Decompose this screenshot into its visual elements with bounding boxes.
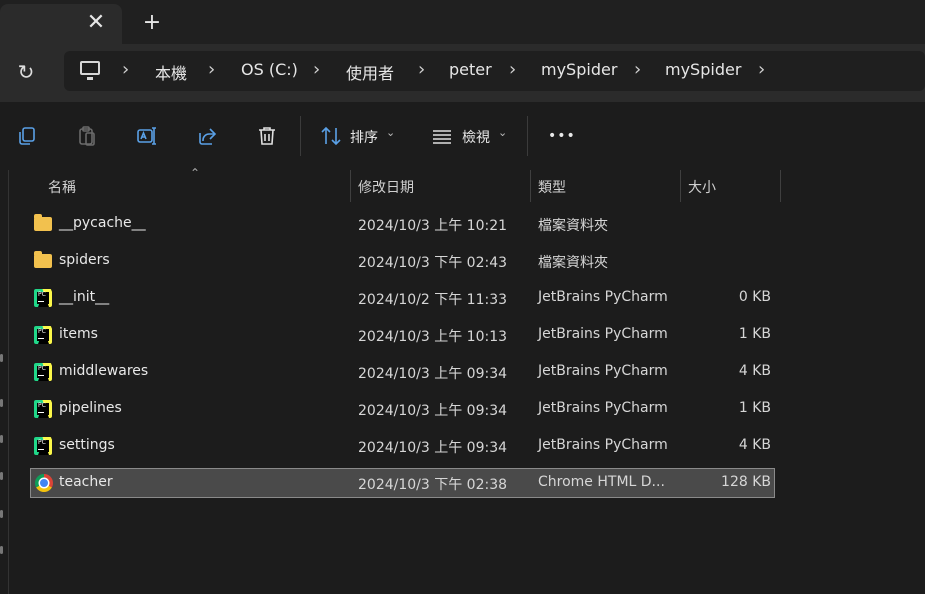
sort-button[interactable]: 排序 [350, 127, 378, 147]
nav-expand-icon[interactable] [0, 546, 3, 554]
sort-ascending-icon: ⌃ [190, 166, 201, 180]
pycharm-icon: PC [34, 437, 52, 455]
file-date: 2024/10/3 上午 09:34 [358, 403, 508, 419]
file-date: 2024/10/3 上午 09:34 [358, 440, 508, 456]
file-row-pipelines[interactable]: PC pipelines 2024/10/3 上午 09:34 JetBrain… [30, 394, 775, 424]
breadcrumb-separator-icon[interactable]: › [122, 59, 129, 80]
file-name: __init__ [59, 289, 110, 305]
file-name: settings [59, 437, 115, 453]
file-date: 2024/10/2 下午 11:33 [358, 292, 508, 308]
nav-expand-icon[interactable] [0, 510, 3, 518]
column-divider[interactable] [530, 170, 531, 202]
file-row-teacher[interactable]: teacher 2024/10/3 下午 02:38 Chrome HTML D… [30, 468, 775, 498]
paste-icon[interactable] [75, 124, 99, 148]
refresh-icon[interactable]: ↻ [15, 61, 37, 83]
address-bar[interactable] [64, 51, 925, 91]
file-name: pipelines [59, 400, 122, 416]
file-type: Chrome HTML D... [538, 474, 665, 490]
copy-icon[interactable] [15, 124, 39, 148]
file-date: 2024/10/3 下午 02:43 [358, 255, 508, 271]
breadcrumb-separator-icon[interactable]: › [758, 59, 765, 80]
file-size: 0 KB [738, 289, 771, 305]
tab-bar: ✕ + [0, 0, 925, 44]
file-date: 2024/10/3 下午 02:38 [358, 477, 508, 493]
pycharm-icon: PC [34, 363, 52, 381]
breadcrumb-peter[interactable]: peter [449, 60, 492, 79]
file-date: 2024/10/3 上午 10:13 [358, 329, 508, 345]
tab-active[interactable]: ✕ [0, 4, 122, 44]
new-tab-icon[interactable]: + [140, 11, 164, 35]
file-type: 檔案資料夾 [538, 255, 608, 271]
delete-icon[interactable] [255, 124, 279, 148]
view-icon[interactable] [430, 124, 454, 148]
column-divider[interactable] [780, 170, 781, 202]
file-row-spiders[interactable]: spiders 2024/10/3 下午 02:43 檔案資料夾 [30, 246, 775, 276]
file-type: JetBrains PyCharm [538, 326, 668, 342]
sort-icon[interactable] [319, 124, 343, 148]
view-button[interactable]: 檢視 [462, 127, 490, 147]
folder-icon [34, 214, 52, 231]
nav-expand-icon[interactable] [0, 354, 3, 362]
pycharm-icon: PC [34, 400, 52, 418]
column-divider[interactable] [680, 170, 681, 202]
file-date: 2024/10/3 上午 09:34 [358, 366, 508, 382]
more-options-button[interactable]: ••• [548, 128, 576, 144]
share-icon[interactable] [196, 124, 220, 148]
file-name: __pycache__ [59, 215, 146, 231]
close-tab-icon[interactable]: ✕ [84, 11, 108, 35]
breadcrumb-myspider-current[interactable]: mySpider [665, 60, 741, 79]
pycharm-icon: PC [34, 289, 52, 307]
nav-expand-icon[interactable] [0, 399, 3, 407]
file-size: 4 KB [738, 437, 771, 453]
chrome-icon [35, 474, 53, 492]
file-name: items [59, 326, 98, 342]
file-type: JetBrains PyCharm [538, 363, 668, 379]
file-size: 1 KB [738, 400, 771, 416]
nav-expand-icon[interactable] [0, 472, 3, 480]
file-name: middlewares [59, 363, 149, 379]
breadcrumb-drive-c[interactable]: OS (C:) [241, 60, 298, 79]
breadcrumb-this-pc[interactable]: 本機 [155, 60, 187, 84]
this-pc-icon[interactable] [80, 61, 100, 80]
breadcrumb-separator-icon[interactable]: › [208, 59, 215, 80]
file-size: 4 KB [738, 363, 771, 379]
column-header-type[interactable]: 類型 [538, 177, 566, 197]
column-divider[interactable] [350, 170, 351, 202]
file-size: 128 KB [721, 474, 771, 490]
column-header-date[interactable]: 修改日期 [358, 177, 414, 197]
column-header-size[interactable]: 大小 [688, 177, 716, 197]
breadcrumb-myspider-parent[interactable]: mySpider [541, 60, 617, 79]
breadcrumb-separator-icon[interactable]: › [634, 59, 641, 80]
breadcrumb-separator-icon[interactable]: › [418, 59, 425, 80]
file-type: JetBrains PyCharm [538, 437, 668, 453]
file-size: 1 KB [738, 326, 771, 342]
file-type: JetBrains PyCharm [538, 289, 668, 305]
rename-icon[interactable] [135, 124, 159, 148]
file-type: 檔案資料夾 [538, 218, 608, 234]
file-row-pycache[interactable]: __pycache__ 2024/10/3 上午 10:21 檔案資料夾 [30, 209, 775, 239]
file-row-settings[interactable]: PC settings 2024/10/3 上午 09:34 JetBrains… [30, 431, 775, 461]
file-row-init[interactable]: PC __init__ 2024/10/2 下午 11:33 JetBrains… [30, 283, 775, 313]
chevron-down-icon[interactable]: ⌄ [386, 126, 395, 139]
folder-icon [34, 251, 52, 268]
toolbar-divider [300, 116, 301, 156]
file-date: 2024/10/3 上午 10:21 [358, 218, 508, 234]
nav-expand-icon[interactable] [0, 435, 3, 443]
file-type: JetBrains PyCharm [538, 400, 668, 416]
file-row-middlewares[interactable]: PC middlewares 2024/10/3 上午 09:34 JetBra… [30, 357, 775, 387]
file-name: spiders [59, 252, 110, 268]
file-row-items[interactable]: PC items 2024/10/3 上午 10:13 JetBrains Py… [30, 320, 775, 350]
toolbar-divider [527, 116, 528, 156]
chevron-down-icon[interactable]: ⌄ [498, 126, 507, 139]
pycharm-icon: PC [34, 326, 52, 344]
breadcrumb-separator-icon[interactable]: › [313, 59, 320, 80]
file-name: teacher [59, 474, 113, 490]
column-header-name[interactable]: 名稱 [48, 177, 76, 197]
breadcrumb-separator-icon[interactable]: › [509, 59, 516, 80]
breadcrumb-users[interactable]: 使用者 [346, 60, 394, 84]
navigation-pane-edge[interactable] [0, 170, 9, 594]
